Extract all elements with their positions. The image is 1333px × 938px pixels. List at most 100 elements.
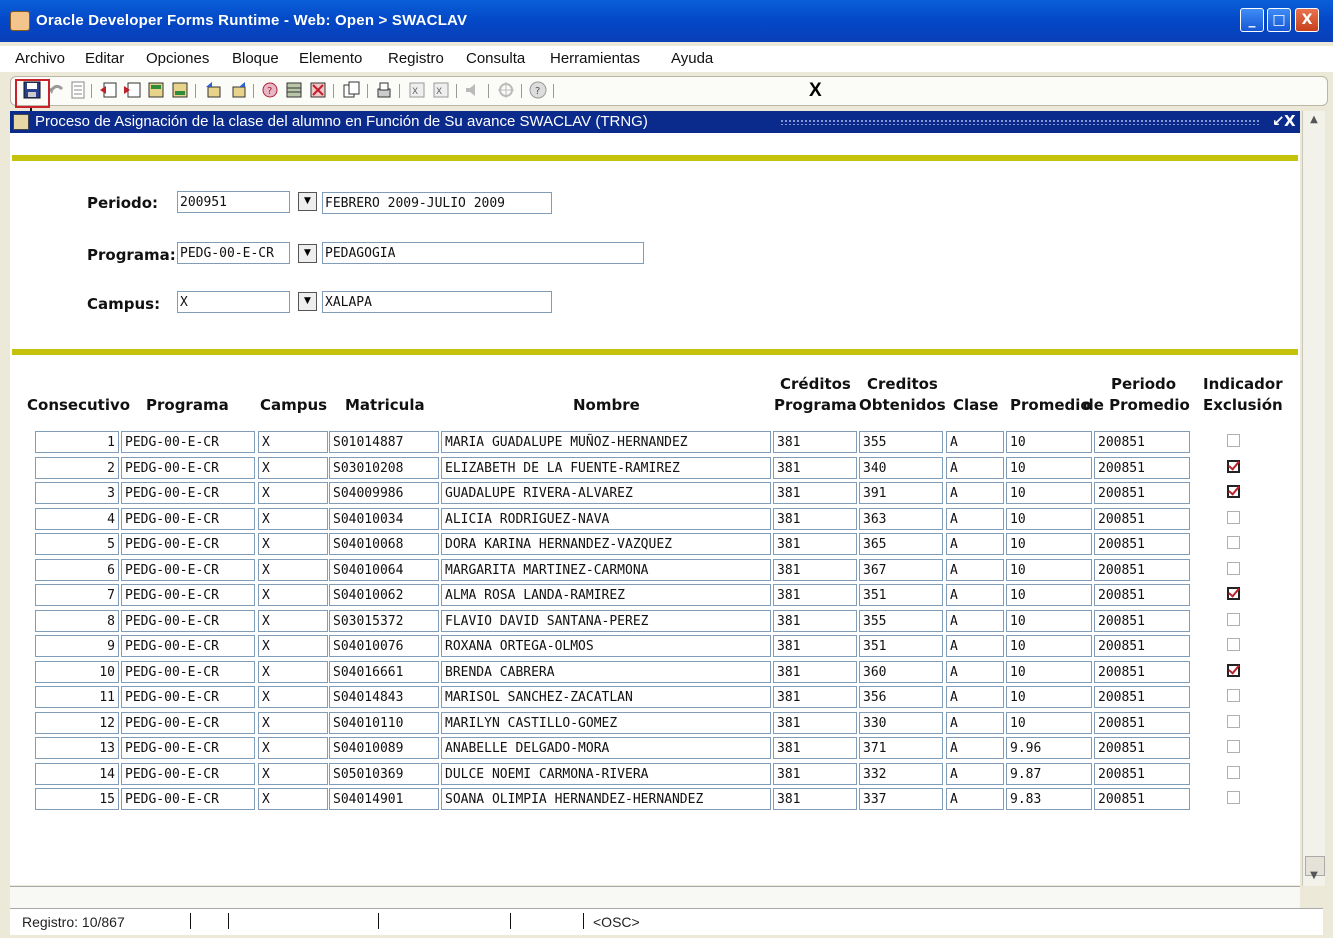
consecutivo-cell[interactable]: 4 [35, 508, 119, 530]
cancel-query-icon[interactable] [309, 81, 327, 99]
periodo-promedio-cell[interactable]: 200851 [1094, 661, 1190, 683]
nombre-cell[interactable]: DULCE NOEMI CARMONA-RIVERA [441, 763, 771, 785]
periodo-promedio-cell[interactable]: 200851 [1094, 610, 1190, 632]
periodo-promedio-cell[interactable]: 200851 [1094, 788, 1190, 810]
campus-cell[interactable]: X [258, 508, 328, 530]
clase-cell[interactable]: A [946, 610, 1004, 632]
creditos-programa-cell[interactable]: 381 [773, 661, 857, 683]
creditos-programa-cell[interactable]: 381 [773, 457, 857, 479]
previous-record-icon[interactable] [204, 81, 222, 99]
programa-cell[interactable]: PEDG-00-E-CR [121, 686, 255, 708]
campus-cell[interactable]: X [258, 635, 328, 657]
creditos-obtenidos-cell[interactable]: 351 [859, 635, 943, 657]
promedio-cell[interactable]: 10 [1006, 610, 1092, 632]
promedio-cell[interactable]: 10 [1006, 533, 1092, 555]
creditos-obtenidos-cell[interactable]: 367 [859, 559, 943, 581]
campus-cell[interactable]: X [258, 431, 328, 453]
consecutivo-cell[interactable]: 15 [35, 788, 119, 810]
promedio-cell[interactable]: 10 [1006, 584, 1092, 606]
consecutivo-cell[interactable]: 2 [35, 457, 119, 479]
matricula-cell[interactable]: S04010034 [329, 508, 439, 530]
programa-cell[interactable]: PEDG-00-E-CR [121, 533, 255, 555]
programa-input[interactable]: PEDG-00-E-CR [177, 242, 290, 264]
nombre-cell[interactable]: MARIA GUADALUPE MUÑOZ-HERNANDEZ [441, 431, 771, 453]
search-icon[interactable] [497, 81, 515, 99]
promedio-cell[interactable]: 10 [1006, 559, 1092, 581]
execute-query-icon[interactable] [285, 81, 303, 99]
programa-cell[interactable]: PEDG-00-E-CR [121, 661, 255, 683]
programa-cell[interactable]: PEDG-00-E-CR [121, 431, 255, 453]
programa-cell[interactable]: PEDG-00-E-CR [121, 457, 255, 479]
periodo-promedio-cell[interactable]: 200851 [1094, 482, 1190, 504]
nombre-cell[interactable]: ELIZABETH DE LA FUENTE-RAMIREZ [441, 457, 771, 479]
nombre-cell[interactable]: ANABELLE DELGADO-MORA [441, 737, 771, 759]
programa-cell[interactable]: PEDG-00-E-CR [121, 559, 255, 581]
periodo-promedio-cell[interactable]: 200851 [1094, 737, 1190, 759]
minimize-window-button[interactable]: _ [1240, 8, 1264, 32]
campus-cell[interactable]: X [258, 788, 328, 810]
nombre-cell[interactable]: MARGARITA MARTINEZ-CARMONA [441, 559, 771, 581]
exclusion-checkbox[interactable] [1227, 485, 1240, 498]
cut-icon[interactable]: X [408, 81, 426, 99]
consecutivo-cell[interactable]: 6 [35, 559, 119, 581]
vertical-scrollbar[interactable]: ▲ ▼ [1302, 111, 1325, 886]
creditos-programa-cell[interactable]: 381 [773, 508, 857, 530]
close-window-button[interactable]: X [1295, 8, 1319, 32]
periodo-promedio-cell[interactable]: 200851 [1094, 763, 1190, 785]
enter-query-icon[interactable]: ? [261, 81, 279, 99]
clase-cell[interactable]: A [946, 686, 1004, 708]
creditos-programa-cell[interactable]: 381 [773, 482, 857, 504]
periodo-promedio-cell[interactable]: 200851 [1094, 533, 1190, 555]
programa-cell[interactable]: PEDG-00-E-CR [121, 763, 255, 785]
scroll-down-icon[interactable]: ▼ [1307, 869, 1321, 883]
campus-cell[interactable]: X [258, 763, 328, 785]
creditos-programa-cell[interactable]: 381 [773, 584, 857, 606]
exclusion-checkbox[interactable] [1227, 664, 1240, 677]
print-preview-icon[interactable] [375, 81, 393, 99]
creditos-programa-cell[interactable]: 381 [773, 431, 857, 453]
promedio-cell[interactable]: 9.87 [1006, 763, 1092, 785]
campus-cell[interactable]: X [258, 737, 328, 759]
exclusion-checkbox[interactable] [1227, 740, 1240, 753]
matricula-cell[interactable]: S01014887 [329, 431, 439, 453]
creditos-obtenidos-cell[interactable]: 371 [859, 737, 943, 759]
menu-herramientas[interactable]: Herramientas [550, 50, 640, 67]
promedio-cell[interactable]: 10 [1006, 712, 1092, 734]
programa-cell[interactable]: PEDG-00-E-CR [121, 788, 255, 810]
creditos-obtenidos-cell[interactable]: 365 [859, 533, 943, 555]
promedio-cell[interactable]: 9.96 [1006, 737, 1092, 759]
creditos-obtenidos-cell[interactable]: 330 [859, 712, 943, 734]
programa-cell[interactable]: PEDG-00-E-CR [121, 482, 255, 504]
campus-cell[interactable]: X [258, 661, 328, 683]
creditos-programa-cell[interactable]: 381 [773, 763, 857, 785]
periodo-promedio-cell[interactable]: 200851 [1094, 635, 1190, 657]
sound-icon[interactable] [464, 81, 482, 99]
campus-input[interactable]: X [177, 291, 290, 313]
clase-cell[interactable]: A [946, 457, 1004, 479]
exclusion-checkbox[interactable] [1227, 460, 1240, 473]
consecutivo-cell[interactable]: 11 [35, 686, 119, 708]
matricula-cell[interactable]: S04010064 [329, 559, 439, 581]
exclusion-checkbox[interactable] [1227, 689, 1240, 702]
matricula-cell[interactable]: S04010089 [329, 737, 439, 759]
menu-editar[interactable]: Editar [85, 50, 124, 67]
periodo-promedio-cell[interactable]: 200851 [1094, 559, 1190, 581]
exclusion-checkbox[interactable] [1227, 562, 1240, 575]
promedio-cell[interactable]: 10 [1006, 431, 1092, 453]
consecutivo-cell[interactable]: 9 [35, 635, 119, 657]
creditos-programa-cell[interactable]: 381 [773, 788, 857, 810]
periodo-promedio-cell[interactable]: 200851 [1094, 712, 1190, 734]
periodo-promedio-cell[interactable]: 200851 [1094, 686, 1190, 708]
nombre-cell[interactable]: MARISOL SANCHEZ-ZACATLAN [441, 686, 771, 708]
programa-cell[interactable]: PEDG-00-E-CR [121, 737, 255, 759]
promedio-cell[interactable]: 10 [1006, 508, 1092, 530]
creditos-programa-cell[interactable]: 381 [773, 533, 857, 555]
matricula-cell[interactable]: S03015372 [329, 610, 439, 632]
menu-opciones[interactable]: Opciones [146, 50, 209, 67]
creditos-obtenidos-cell[interactable]: 356 [859, 686, 943, 708]
programa-cell[interactable]: PEDG-00-E-CR [121, 508, 255, 530]
creditos-programa-cell[interactable]: 381 [773, 686, 857, 708]
exclusion-checkbox[interactable] [1227, 613, 1240, 626]
campus-cell[interactable]: X [258, 686, 328, 708]
remove-record-icon[interactable] [123, 81, 141, 99]
